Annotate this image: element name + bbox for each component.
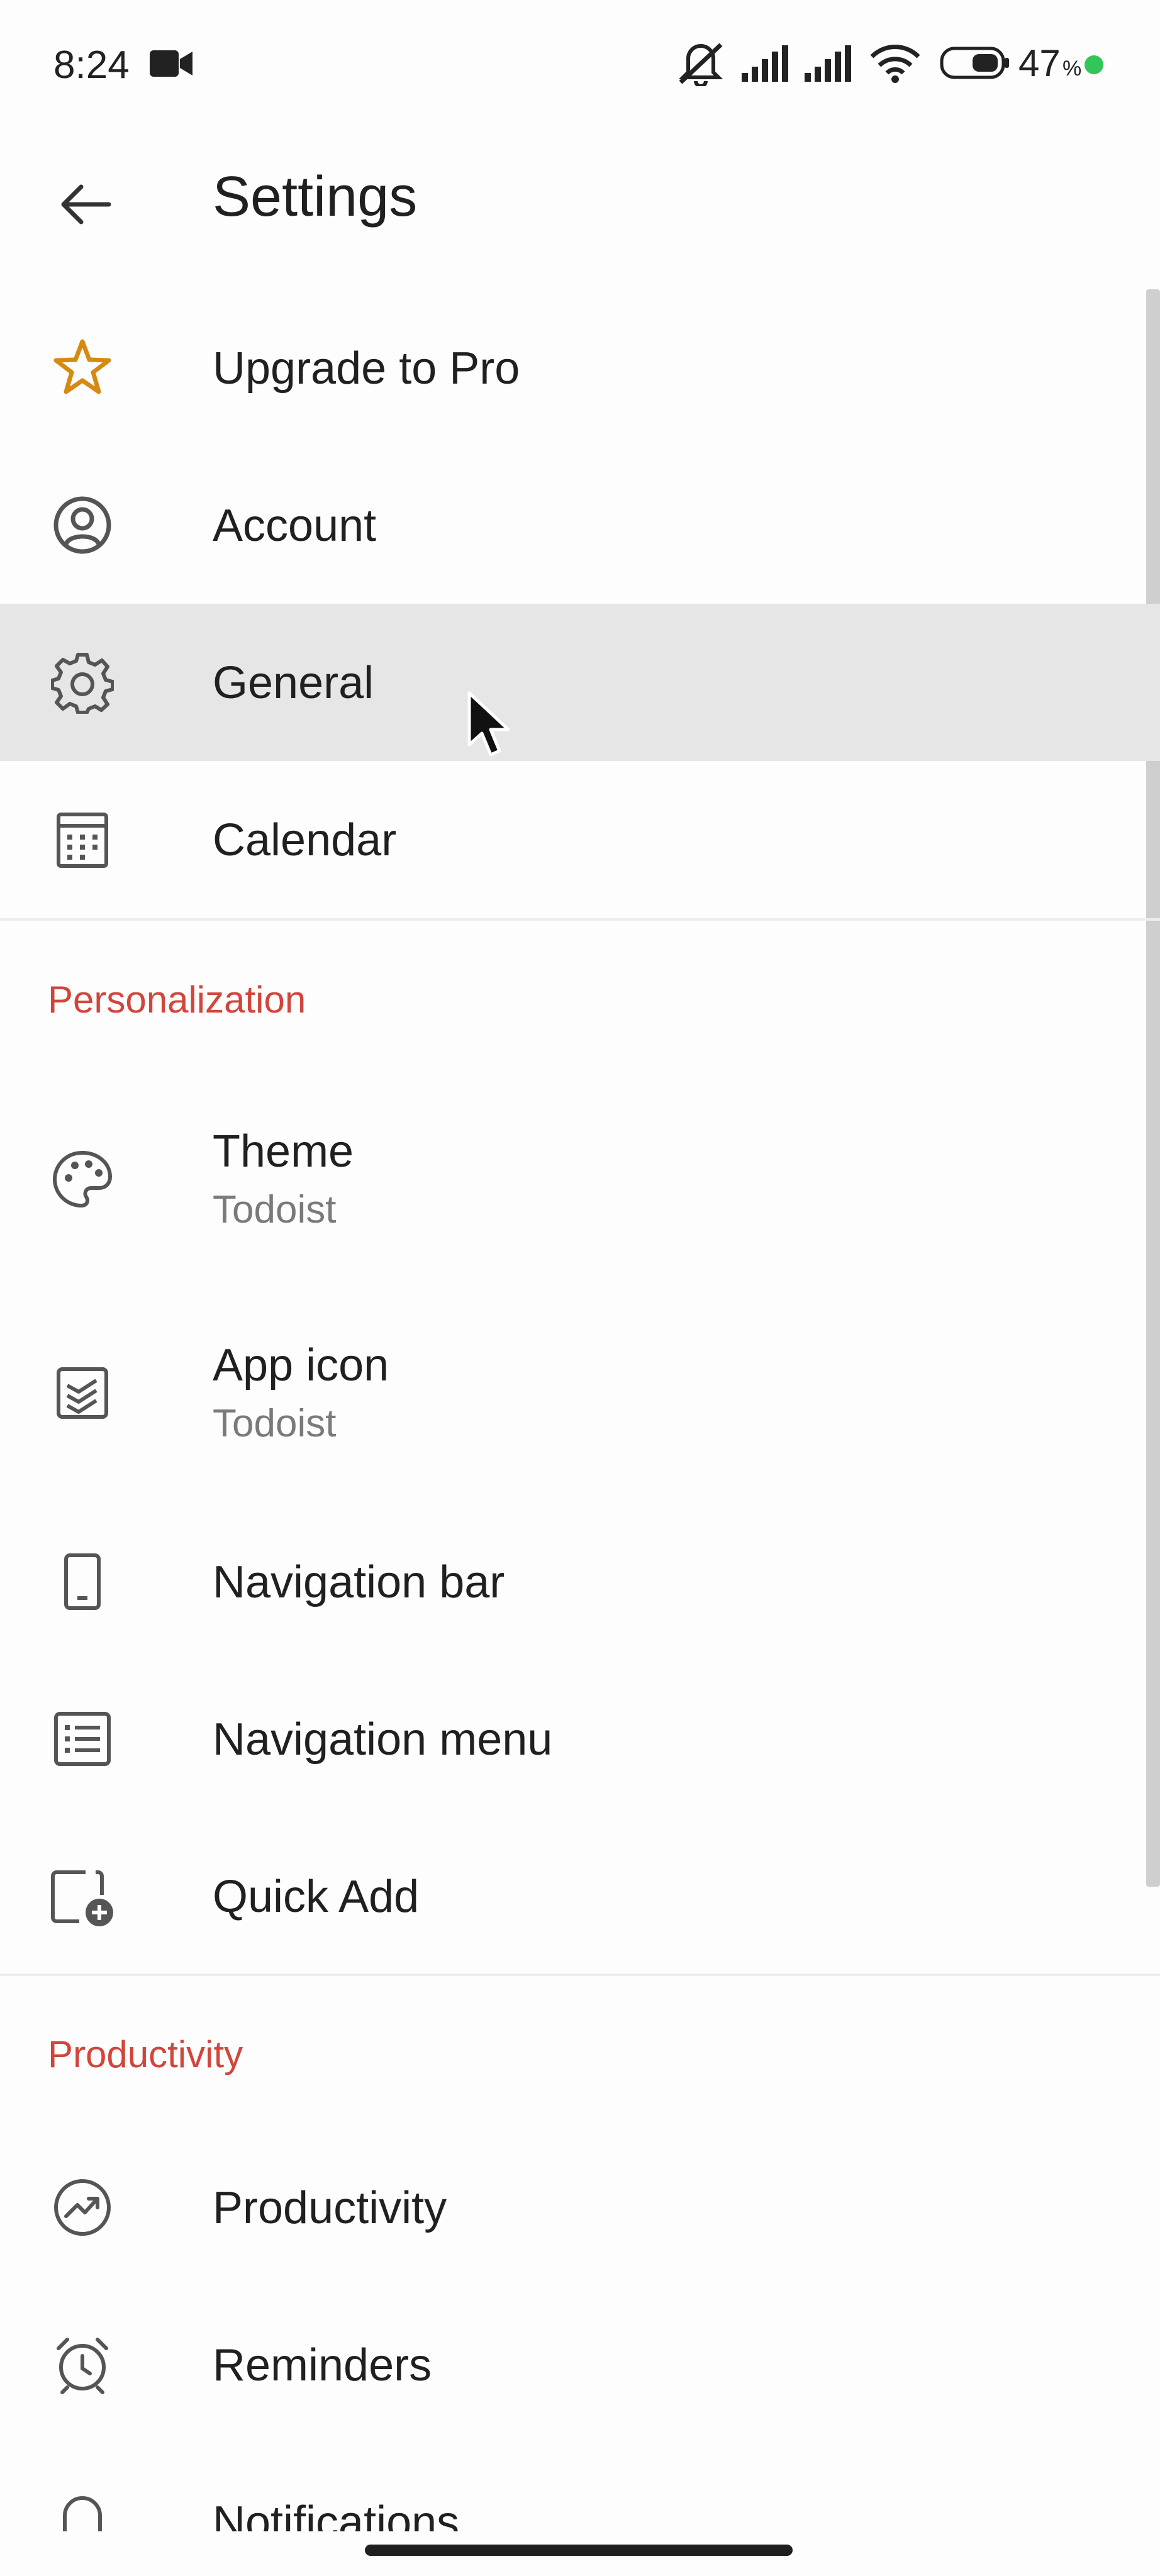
arrow-left-icon [61, 184, 111, 225]
settings-item-calendar[interactable]: Calendar [0, 761, 1160, 918]
settings-item-label: Productivity [213, 2183, 447, 2233]
settings-item-quick-add[interactable]: Quick Add [0, 1818, 1160, 1975]
mute-icon [676, 41, 726, 86]
battery-icon [940, 47, 1010, 79]
phone-icon [48, 1547, 117, 1616]
status-time: 8:24 [53, 43, 130, 87]
settings-item-app-icon[interactable]: App icon Todoist [0, 1308, 1160, 1478]
settings-item-label: Account [213, 501, 377, 551]
settings-item-label: Navigation menu [213, 1714, 553, 1765]
settings-item-label: Quick Add [213, 1872, 420, 1922]
section-divider [0, 1974, 1160, 1976]
settings-item-general[interactable]: General [0, 604, 1160, 761]
alarm-icon [48, 2330, 117, 2399]
account-icon [48, 491, 117, 560]
settings-item-upgrade-to-pro[interactable]: Upgrade to Pro [0, 289, 1160, 447]
toolbar: Settings [0, 132, 1160, 283]
bell-icon [48, 2487, 117, 2531]
back-button[interactable] [38, 157, 132, 252]
video-camera-icon [150, 49, 194, 78]
app-icon-icon [48, 1358, 117, 1428]
list-icon [48, 1704, 117, 1774]
settings-screen: 8:24 47 % Settings Upgrade to Pro Accoun… [0, 0, 1160, 2576]
calendar-icon [48, 805, 117, 874]
settings-item-notifications[interactable]: Notifications [0, 2443, 1160, 2531]
page-title: Settings [213, 165, 418, 228]
privacy-dot-icon [1085, 55, 1103, 74]
settings-item-subtitle: Todoist [213, 1402, 337, 1445]
quick-add-icon [48, 1862, 117, 1931]
section-divider [0, 918, 1160, 921]
settings-item-label: Navigation bar [213, 1557, 505, 1607]
section-header-productivity: Productivity [48, 2033, 243, 2075]
gear-icon [48, 648, 117, 717]
settings-item-account[interactable]: Account [0, 447, 1160, 604]
wifi-icon [869, 43, 921, 83]
settings-item-productivity[interactable]: Productivity [0, 2129, 1160, 2286]
settings-item-navigation-menu[interactable]: Navigation menu [0, 1660, 1160, 1818]
settings-item-label: Notifications [213, 2497, 460, 2531]
settings-item-reminders[interactable]: Reminders [0, 2286, 1160, 2443]
signal-icon [742, 45, 795, 83]
settings-item-label: General [213, 658, 374, 708]
battery-percent-sign: % [1062, 57, 1082, 80]
settings-item-label: Upgrade to Pro [213, 343, 520, 394]
settings-item-navigation-bar[interactable]: Navigation bar [0, 1503, 1160, 1660]
signal-icon [805, 45, 857, 83]
settings-item-label: Calendar [213, 815, 397, 865]
settings-item-label: App icon [213, 1340, 389, 1391]
section-header-personalization: Personalization [48, 979, 306, 1021]
battery-percent: 47 [1018, 42, 1061, 84]
settings-item-subtitle: Todoist [213, 1188, 337, 1231]
status-bar: 8:24 47 % [0, 0, 1160, 132]
trend-icon [48, 2173, 117, 2242]
settings-item-label: Theme [213, 1126, 354, 1177]
palette-icon [48, 1145, 117, 1214]
star-icon [48, 333, 117, 402]
home-indicator[interactable] [365, 2545, 793, 2556]
mouse-cursor-icon [466, 691, 516, 760]
settings-item-theme[interactable]: Theme Todoist [0, 1094, 1160, 1264]
settings-item-label: Reminders [213, 2340, 432, 2390]
